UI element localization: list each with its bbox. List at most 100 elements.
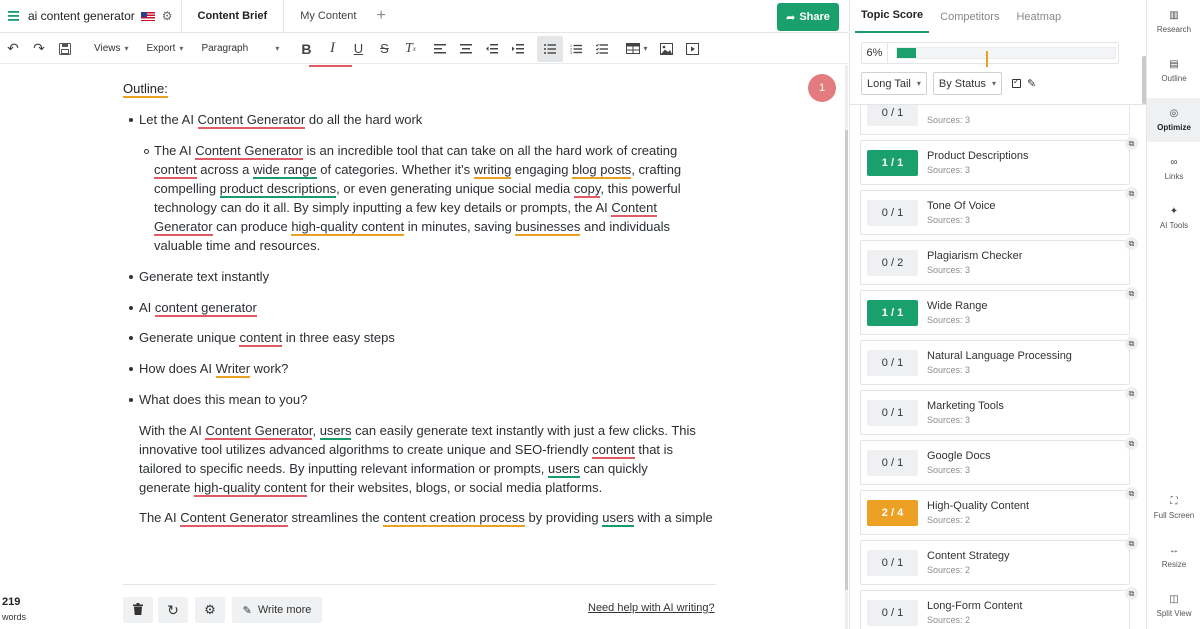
align-center-icon[interactable]: [453, 36, 479, 62]
editor-scrollbar-thumb[interactable]: [845, 130, 848, 590]
bullet-dot: [129, 336, 133, 340]
keyword-type-select[interactable]: Long Tail ▾: [861, 72, 927, 95]
menu-icon[interactable]: [2, 0, 24, 33]
regenerate-button[interactable]: ↻: [158, 597, 188, 623]
nav-resize[interactable]: ↔ Resize: [1147, 535, 1200, 579]
bold-icon[interactable]: B: [293, 36, 319, 62]
nav-optimize[interactable]: ◎ Optimize: [1147, 98, 1200, 142]
nav-research[interactable]: ▥ Research: [1147, 0, 1200, 44]
copy-icon[interactable]: ⧉: [1125, 587, 1138, 600]
ai-settings-button[interactable]: ⚙: [195, 597, 225, 623]
nav-links[interactable]: ∞ Links: [1147, 147, 1200, 191]
align-left-icon[interactable]: [427, 36, 453, 62]
share-icon: ➦: [786, 11, 796, 24]
keyword-usage-badge: 0 / 1: [867, 450, 918, 476]
paragraph-style-dropdown[interactable]: Paragraph ▾: [195, 43, 285, 54]
redo-icon[interactable]: ↷: [26, 36, 52, 62]
italic-icon[interactable]: I: [319, 36, 345, 62]
comment-count-badge[interactable]: 1: [808, 74, 836, 102]
keyword-card[interactable]: 0 / 1 Content Strategy Sources: 2 ⧉: [860, 537, 1138, 585]
editor-canvas[interactable]: Outline: 1 Let the AI Content Generator …: [0, 65, 848, 629]
nav-split-view[interactable]: ◫ Split View: [1147, 584, 1200, 628]
keyword-sources: Sources: 2: [927, 515, 971, 525]
tab-my-content[interactable]: My Content: [283, 0, 372, 33]
bullet-list-icon[interactable]: [537, 35, 564, 62]
chevron-down-icon: ▾: [179, 44, 184, 53]
clear-format-icon[interactable]: Tx: [397, 36, 423, 62]
us-flag-icon[interactable]: [140, 11, 155, 21]
nav-ai-tools[interactable]: ✦ AI Tools: [1147, 196, 1200, 240]
indent-icon[interactable]: [505, 36, 531, 62]
highlighter-icon[interactable]: ✎: [1027, 77, 1036, 90]
keyword-card[interactable]: 1 / 1 Wide Range Sources: 3 ⧉: [860, 287, 1138, 335]
copy-icon[interactable]: ⧉: [1125, 487, 1138, 500]
copy-icon[interactable]: ⧉: [1125, 337, 1138, 350]
copy-icon[interactable]: ⧉: [1125, 437, 1138, 450]
svg-text:3: 3: [570, 51, 572, 54]
outline-item-2: Generate text instantly: [139, 269, 270, 284]
nav-resize-label: Resize: [1161, 560, 1187, 569]
keyword-card[interactable]: 0 / 2 Plagiarism Checker Sources: 3 ⧉: [860, 237, 1138, 285]
keyword-card[interactable]: 0 / 1 Google Docs Sources: 3 ⧉: [860, 437, 1138, 485]
keyword-sources: Sources: 3: [927, 165, 971, 175]
image-icon[interactable]: [653, 36, 679, 62]
keyword-name: Wide Range: [927, 300, 988, 312]
views-label: Views: [94, 43, 121, 54]
add-tab-icon[interactable]: +: [376, 7, 385, 25]
editor-bottom-bar: ↻ ⚙ ✎ Write more Need help with AI writi…: [123, 584, 716, 629]
tab-heatmap[interactable]: Heatmap: [1010, 11, 1067, 33]
copy-icon[interactable]: ⧉: [1125, 287, 1138, 300]
chevron-down-icon: ▾: [275, 44, 280, 53]
keyword-list: 0 / 1 Sources: 3 1 / 1 Product Descriptions…: [850, 104, 1147, 629]
underline-icon[interactable]: U: [345, 36, 371, 62]
keyword-card[interactable]: 0 / 1 Tone Of Voice Sources: 3 ⧉: [860, 187, 1138, 235]
document-title[interactable]: ai content generator: [28, 9, 135, 23]
nav-outline[interactable]: ▤ Outline: [1147, 49, 1200, 93]
export-dropdown[interactable]: Export ▾: [141, 43, 190, 54]
filter-checkbox[interactable]: [1011, 77, 1021, 88]
settings-gear-icon[interactable]: ⚙: [162, 9, 173, 23]
copy-icon[interactable]: ⧉: [1125, 387, 1138, 400]
keyword-type-value: Long Tail: [867, 77, 911, 90]
sort-status-select[interactable]: By Status ▾: [932, 72, 1002, 95]
keyword-usage-badge: 2 / 4: [867, 500, 918, 526]
tab-content-brief[interactable]: Content Brief: [180, 0, 284, 33]
keyword-name: Marketing Tools: [927, 400, 1004, 412]
keyword-card[interactable]: 0 / 1 Natural Language Processing Sources:…: [860, 337, 1138, 385]
video-icon[interactable]: [679, 36, 705, 62]
chevron-down-icon: ▾: [124, 44, 129, 53]
chevron-down-icon[interactable]: ▾: [643, 44, 647, 53]
body-paragraph-2: The AI Content Generator streamlines the…: [139, 510, 713, 527]
copy-icon[interactable]: ⧉: [1125, 137, 1138, 150]
ai-writing-help-link[interactable]: Need help with AI writing?: [588, 602, 715, 614]
share-button[interactable]: ➦ Share: [777, 3, 839, 31]
keyword-name: Tone Of Voice: [927, 200, 996, 212]
tab-competitors[interactable]: Competitors: [934, 11, 1005, 33]
keyword-card[interactable]: 0 / 1 Marketing Tools Sources: 3 ⧉: [860, 387, 1138, 435]
copy-icon[interactable]: ⧉: [1125, 237, 1138, 250]
copy-icon[interactable]: ⧉: [1125, 537, 1138, 550]
keyword-card[interactable]: 0 / 1 Sources: 3: [860, 105, 1130, 135]
expand-icon: ⛶: [1170, 496, 1178, 507]
outdent-icon[interactable]: [479, 36, 505, 62]
word-count-value: 219: [2, 596, 21, 608]
keyword-card[interactable]: 0 / 1 Long-Form Content Sources: 2 ⧉: [860, 587, 1138, 629]
checklist-icon[interactable]: [589, 36, 615, 62]
keyword-card[interactable]: 1 / 1 Product Descriptions Sources: 3 ⧉: [860, 137, 1138, 185]
views-dropdown[interactable]: Views ▾: [88, 43, 135, 54]
strikethrough-icon[interactable]: S: [371, 36, 397, 62]
keyword-sources: Sources: 3: [927, 265, 971, 275]
keyword-card[interactable]: 2 / 4 High-Quality Content Sources: 2 ⧉: [860, 487, 1138, 535]
bullet-dot: [129, 118, 133, 122]
delete-button[interactable]: [123, 597, 153, 623]
write-more-button[interactable]: ✎ Write more: [232, 597, 322, 623]
keyword-name: Natural Language Processing: [927, 350, 1072, 362]
copy-icon[interactable]: ⧉: [1125, 187, 1138, 200]
save-icon[interactable]: [52, 36, 78, 62]
nav-full-screen[interactable]: ⛶ Full Screen: [1147, 486, 1200, 530]
undo-icon[interactable]: ↶: [0, 36, 26, 62]
tab-topic-score[interactable]: Topic Score: [855, 9, 930, 33]
numbered-list-icon[interactable]: 123: [563, 36, 589, 62]
table-icon[interactable]: [623, 36, 643, 62]
sort-status-value: By Status: [938, 77, 986, 90]
